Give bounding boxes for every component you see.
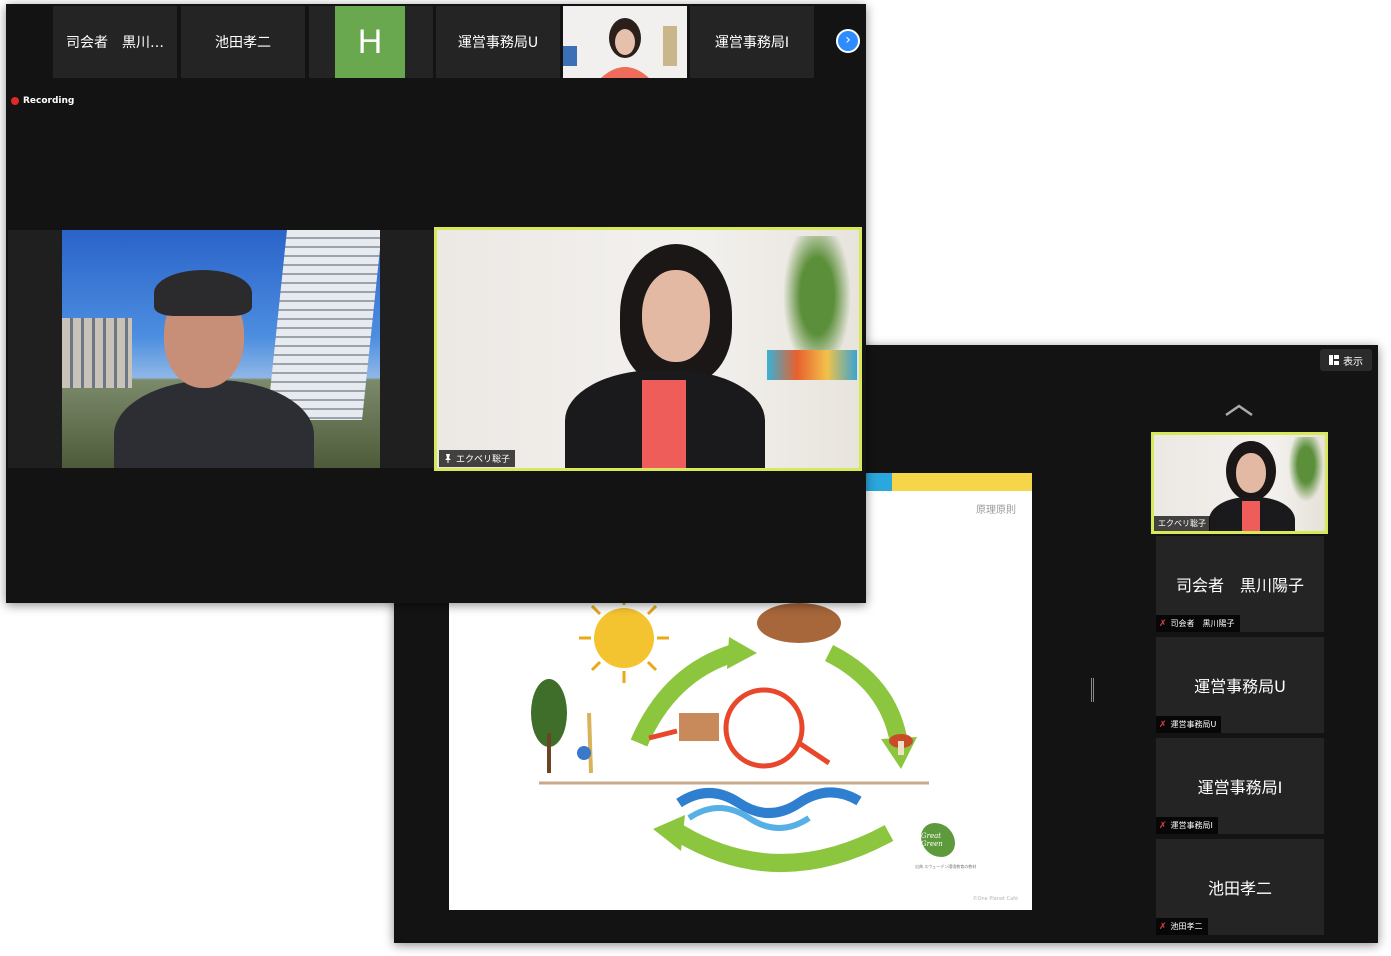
participant-name: 司会者 黒川…	[66, 35, 164, 51]
mic-muted-icon: ✗	[1159, 820, 1167, 831]
factory-illustration	[679, 713, 719, 741]
meeting-window: 司会者 黒川… 池田孝二 H 運営事務局U 運営事務局I › Recording	[6, 4, 866, 603]
man-in-cap	[114, 270, 314, 468]
cycle-arrow-top-right	[824, 644, 908, 745]
gallery-tile-name: 司会者 黒川陽子	[1175, 576, 1304, 595]
chevron-right-icon: ›	[845, 32, 851, 48]
video-tile-man[interactable]	[8, 230, 434, 468]
mic-muted-icon: ✗	[1159, 921, 1167, 932]
participant-name: 池田孝二	[215, 35, 271, 51]
mic-muted-icon: ✗	[1159, 618, 1167, 629]
participant-tile-video[interactable]	[563, 6, 687, 78]
gallery-tile-tag: ✗ 運営事務局U	[1156, 716, 1222, 733]
gallery-tag-label: 運営事務局I	[1170, 821, 1213, 830]
slide-caption: 出典 スウェーデン環境教育の教材	[915, 864, 977, 869]
gallery-tag-label: 司会者 黒川陽子	[1170, 619, 1235, 628]
plant-decor	[1286, 437, 1325, 507]
participant-video-thumbnail	[563, 6, 687, 78]
panel-resize-handle[interactable]	[1091, 678, 1094, 702]
gallery-tag-label: 池田孝二	[1170, 922, 1203, 931]
gallery-tile-tag: ✗ 運営事務局I	[1156, 817, 1218, 834]
man-body	[114, 380, 314, 468]
gallery-tile-ikeda[interactable]: 池田孝二 ✗ 池田孝二	[1156, 839, 1324, 935]
speaker-name-label: エクベリ聡子	[456, 455, 511, 465]
slide-accent-bar-yellow	[892, 473, 1032, 491]
slide-title: 原理原則	[976, 505, 1016, 516]
avatar-initial: H	[357, 22, 383, 61]
slide-copyright: ©One Planet Café	[972, 896, 1018, 902]
cycle-arrow-bottom	[674, 825, 894, 872]
gallery-tile-name: 運営事務局U	[1194, 677, 1286, 696]
building-background	[62, 318, 132, 388]
participant-name: 運営事務局U	[457, 35, 539, 51]
participant-tile-staff-i[interactable]: 運営事務局I	[690, 6, 814, 78]
gallery-tag-label: 運営事務局U	[1170, 720, 1217, 729]
participant-tile-staff-u[interactable]: 運営事務局U	[436, 6, 560, 78]
speaker-name-tag: エクベリ聡子	[439, 450, 516, 467]
moose-illustration	[757, 603, 841, 643]
participant-tile-ikeda[interactable]: 池田孝二	[181, 6, 305, 78]
gallery-tile-tag: ✗ 池田孝二	[1156, 918, 1208, 935]
gallery-tile-tag: ✗ 司会者 黒川陽子	[1156, 615, 1240, 632]
sun-illustration	[579, 593, 669, 683]
video-tile-active-speaker[interactable]: エクベリ聡子	[434, 227, 862, 471]
participant-avatar: H	[335, 6, 405, 78]
speaker-face	[642, 270, 710, 362]
participant-tile-h[interactable]: H	[309, 6, 433, 78]
view-options-button[interactable]: 表示	[1320, 349, 1372, 371]
flower-illustration	[577, 746, 591, 760]
recording-indicator: Recording	[11, 96, 74, 106]
gallery-active-speaker[interactable]: エクベリ聡子	[1151, 432, 1328, 534]
speaker-top	[642, 380, 686, 468]
shelf-decor	[767, 350, 857, 380]
gallery-tile-staff-i[interactable]: 運営事務局I ✗ 運営事務局I	[1156, 738, 1324, 834]
participant-tile-host[interactable]: 司会者 黒川…	[53, 6, 177, 78]
speaker-top	[1242, 501, 1260, 531]
man-cap	[154, 270, 252, 316]
speaker-face	[1236, 453, 1266, 493]
human-cycle-ring	[723, 687, 805, 769]
gallery-tile-host[interactable]: 司会者 黒川陽子 ✗ 司会者 黒川陽子	[1156, 536, 1324, 632]
mic-muted-icon: ✗	[1159, 719, 1167, 730]
gallery-tile-staff-u[interactable]: 運営事務局U ✗ 運営事務局U	[1156, 637, 1324, 733]
layout-icon	[1329, 355, 1339, 365]
view-options-label: 表示	[1343, 356, 1363, 368]
gallery-speaker-tag: エクベリ聡子	[1154, 516, 1210, 531]
slide-accent-bar-blue	[864, 473, 892, 491]
recording-label: Recording	[23, 96, 75, 106]
gallery-tile-name: 池田孝二	[1207, 879, 1272, 898]
outdoor-video-feed	[62, 230, 380, 468]
ecology-cycle-illustration	[531, 593, 929, 872]
record-dot-icon	[11, 97, 19, 105]
next-page-button[interactable]: ›	[836, 29, 860, 53]
participant-name: 運営事務局I	[714, 35, 790, 51]
chevron-up-icon[interactable]	[1224, 403, 1254, 417]
pin-icon	[445, 454, 451, 463]
gallery-tile-name: 運営事務局I	[1197, 778, 1283, 797]
